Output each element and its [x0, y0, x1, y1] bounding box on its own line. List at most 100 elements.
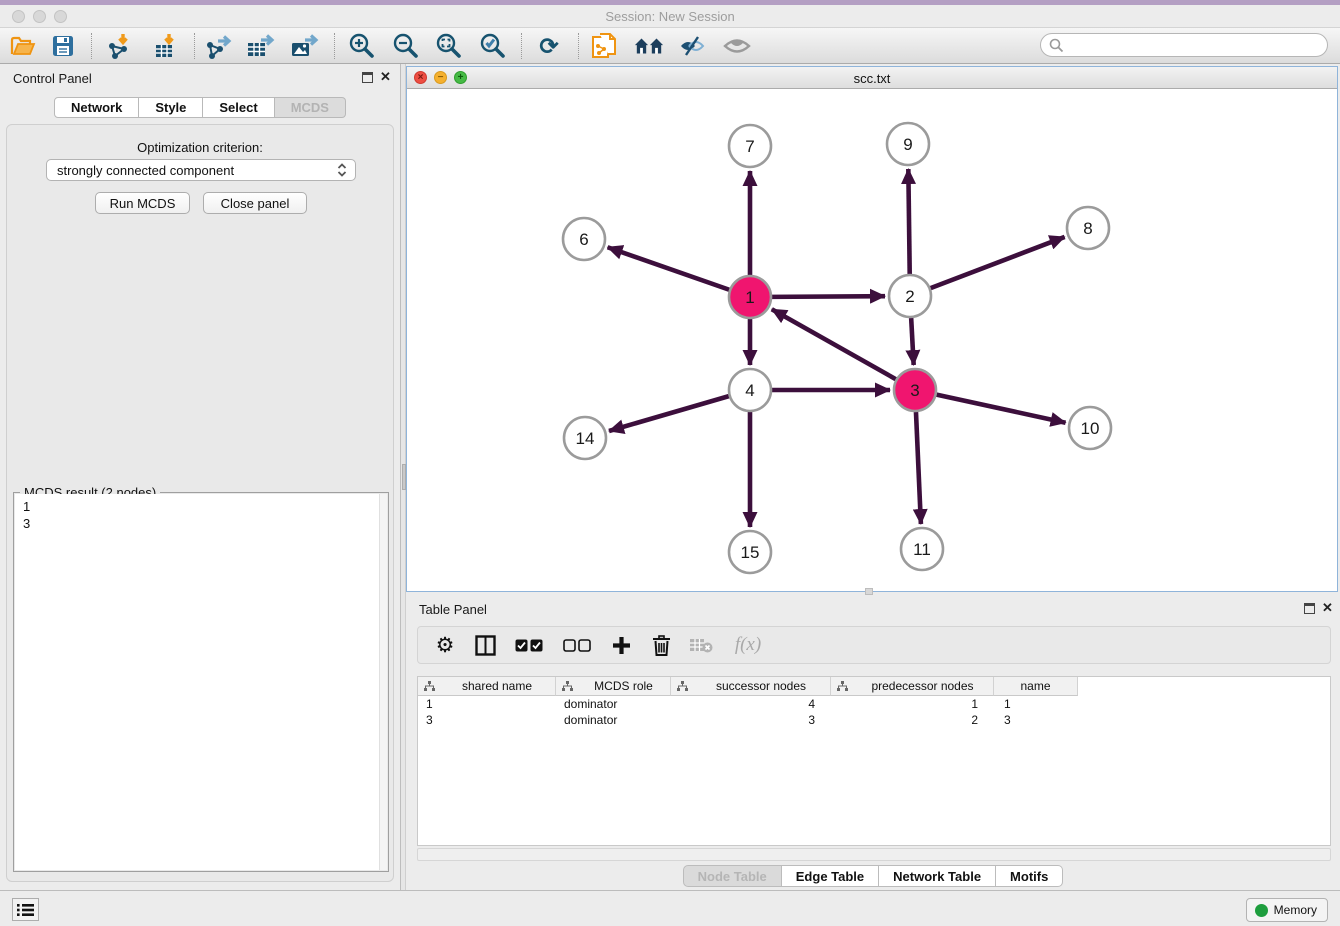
column-header-label: successor nodes — [692, 679, 830, 693]
edge-2-9[interactable] — [908, 169, 909, 274]
search-input[interactable] — [1040, 33, 1328, 57]
table-panel-title: Table Panel — [419, 602, 487, 617]
mcds-result-group: MCDS result (2 nodes) 1 3 — [13, 492, 389, 872]
function-builder-button[interactable]: f(x) — [728, 633, 768, 657]
zoom-selected-button[interactable] — [478, 32, 508, 60]
column-settings-button[interactable]: ⚙ — [432, 633, 458, 657]
tab-mcds[interactable]: MCDS — [275, 97, 346, 118]
cell-name[interactable]: 3 — [994, 712, 1078, 728]
save-session-button[interactable] — [48, 32, 78, 60]
cell-shared-name[interactable]: 3 — [418, 712, 556, 728]
edge-2-8[interactable] — [931, 237, 1065, 288]
cell-predecessor-nodes[interactable]: 1 — [831, 696, 994, 712]
create-column-button[interactable] — [608, 633, 634, 657]
window-splitter-handle[interactable] — [865, 588, 873, 595]
network-window-title-bar[interactable]: × − + scc.txt — [407, 67, 1337, 89]
tab-edge-table[interactable]: Edge Table — [782, 865, 879, 887]
tab-style[interactable]: Style — [139, 97, 203, 118]
tab-select[interactable]: Select — [203, 97, 274, 118]
zoom-in-button[interactable] — [347, 32, 377, 60]
refresh-button[interactable]: ⟳ — [534, 32, 564, 60]
tab-motifs[interactable]: Motifs — [996, 865, 1063, 887]
cell-MCDS-role[interactable]: dominator — [556, 696, 671, 712]
close-panel-button[interactable]: Close panel — [203, 192, 307, 214]
export-image-button[interactable] — [289, 32, 319, 60]
network-window-title: scc.txt — [407, 71, 1337, 86]
edge-2-3[interactable] — [911, 318, 914, 365]
zoom-fit-button[interactable] — [434, 32, 464, 60]
criterion-select-value: strongly connected component — [47, 163, 334, 178]
run-mcds-button[interactable]: Run MCDS — [95, 192, 190, 214]
zoom-out-icon — [393, 33, 419, 59]
toolbar-separator — [578, 33, 579, 59]
import-network-icon — [106, 33, 132, 59]
column-header-label: MCDS role — [577, 679, 670, 693]
float-panel-icon[interactable] — [1304, 603, 1315, 614]
gear-icon: ⚙ — [436, 635, 455, 656]
memory-button[interactable]: Memory — [1246, 898, 1328, 922]
table-row[interactable]: 1dominator411 — [418, 696, 1330, 712]
control-panel-title: Control Panel — [13, 71, 92, 86]
app-title-bar: Session: New Session — [0, 5, 1340, 28]
new-network-from-selection-button[interactable] — [590, 32, 620, 60]
column-header-name[interactable]: name — [994, 677, 1078, 696]
table-horizontal-scrollbar[interactable] — [417, 848, 1331, 861]
mcds-result-text[interactable]: 1 3 — [15, 494, 379, 870]
select-all-button[interactable] — [512, 633, 546, 657]
zoom-selected-icon — [480, 33, 506, 59]
graph-node-label: 11 — [913, 540, 931, 559]
deselect-all-button[interactable] — [560, 633, 594, 657]
delete-table-button[interactable] — [688, 633, 714, 657]
tab-network-table[interactable]: Network Table — [879, 865, 996, 887]
close-panel-icon[interactable]: ✕ — [1322, 600, 1333, 616]
cell-successor-nodes[interactable]: 3 — [671, 712, 831, 728]
column-header-label: predecessor nodes — [852, 679, 993, 693]
import-table-button[interactable] — [150, 32, 180, 60]
column-header-label: shared name — [439, 679, 555, 693]
cell-shared-name[interactable]: 1 — [418, 696, 556, 712]
column-header-successor-nodes[interactable]: successor nodes — [671, 677, 831, 696]
network-view-window: × − + scc.txt 1234678910111415 — [406, 66, 1338, 592]
edge-4-14[interactable] — [609, 396, 729, 431]
export-network-button[interactable] — [203, 32, 233, 60]
toggle-panel-button[interactable] — [472, 633, 498, 657]
graph-node-label: 3 — [910, 381, 919, 400]
column-header-MCDS-role[interactable]: MCDS role — [556, 677, 671, 696]
float-panel-icon[interactable] — [362, 72, 373, 83]
export-network-icon — [204, 33, 232, 59]
column-header-shared-name[interactable]: shared name — [418, 677, 556, 696]
cell-successor-nodes[interactable]: 4 — [671, 696, 831, 712]
zoom-out-button[interactable] — [391, 32, 421, 60]
tab-network[interactable]: Network — [54, 97, 139, 118]
show-all-networks-button[interactable] — [634, 32, 664, 60]
graph-node-label: 2 — [905, 287, 914, 306]
criterion-select[interactable]: strongly connected component — [46, 159, 356, 181]
trash-icon — [652, 635, 671, 656]
network-graph-canvas[interactable]: 1234678910111415 — [407, 89, 1337, 591]
graph-node-label: 1 — [745, 288, 754, 307]
edge-3-10[interactable] — [936, 395, 1065, 423]
control-panel: Control Panel ✕ NetworkStyleSelectMCDS O… — [0, 64, 400, 890]
show-selection-button[interactable] — [722, 32, 752, 60]
edge-3-11[interactable] — [916, 412, 921, 524]
hide-selection-button[interactable] — [677, 32, 707, 60]
graph-node-label: 8 — [1083, 219, 1092, 238]
cell-MCDS-role[interactable]: dominator — [556, 712, 671, 728]
delete-column-button[interactable] — [648, 633, 674, 657]
cell-predecessor-nodes[interactable]: 2 — [831, 712, 994, 728]
hierarchy-icon — [562, 681, 573, 692]
close-panel-icon[interactable]: ✕ — [380, 69, 391, 85]
mcds-result-scrollbar[interactable] — [379, 494, 387, 870]
export-table-button[interactable] — [245, 32, 275, 60]
table-row[interactable]: 3dominator323 — [418, 712, 1330, 728]
edge-1-6[interactable] — [608, 247, 730, 289]
import-network-button[interactable] — [104, 32, 134, 60]
column-header-predecessor-nodes[interactable]: predecessor nodes — [831, 677, 994, 696]
edge-3-1[interactable] — [772, 309, 896, 379]
edge-1-2[interactable] — [772, 296, 885, 297]
cell-name[interactable]: 1 — [994, 696, 1078, 712]
task-history-button[interactable] — [12, 898, 39, 921]
tab-node-table[interactable]: Node Table — [683, 865, 782, 887]
hierarchy-icon — [424, 681, 435, 692]
open-session-button[interactable] — [8, 32, 38, 60]
